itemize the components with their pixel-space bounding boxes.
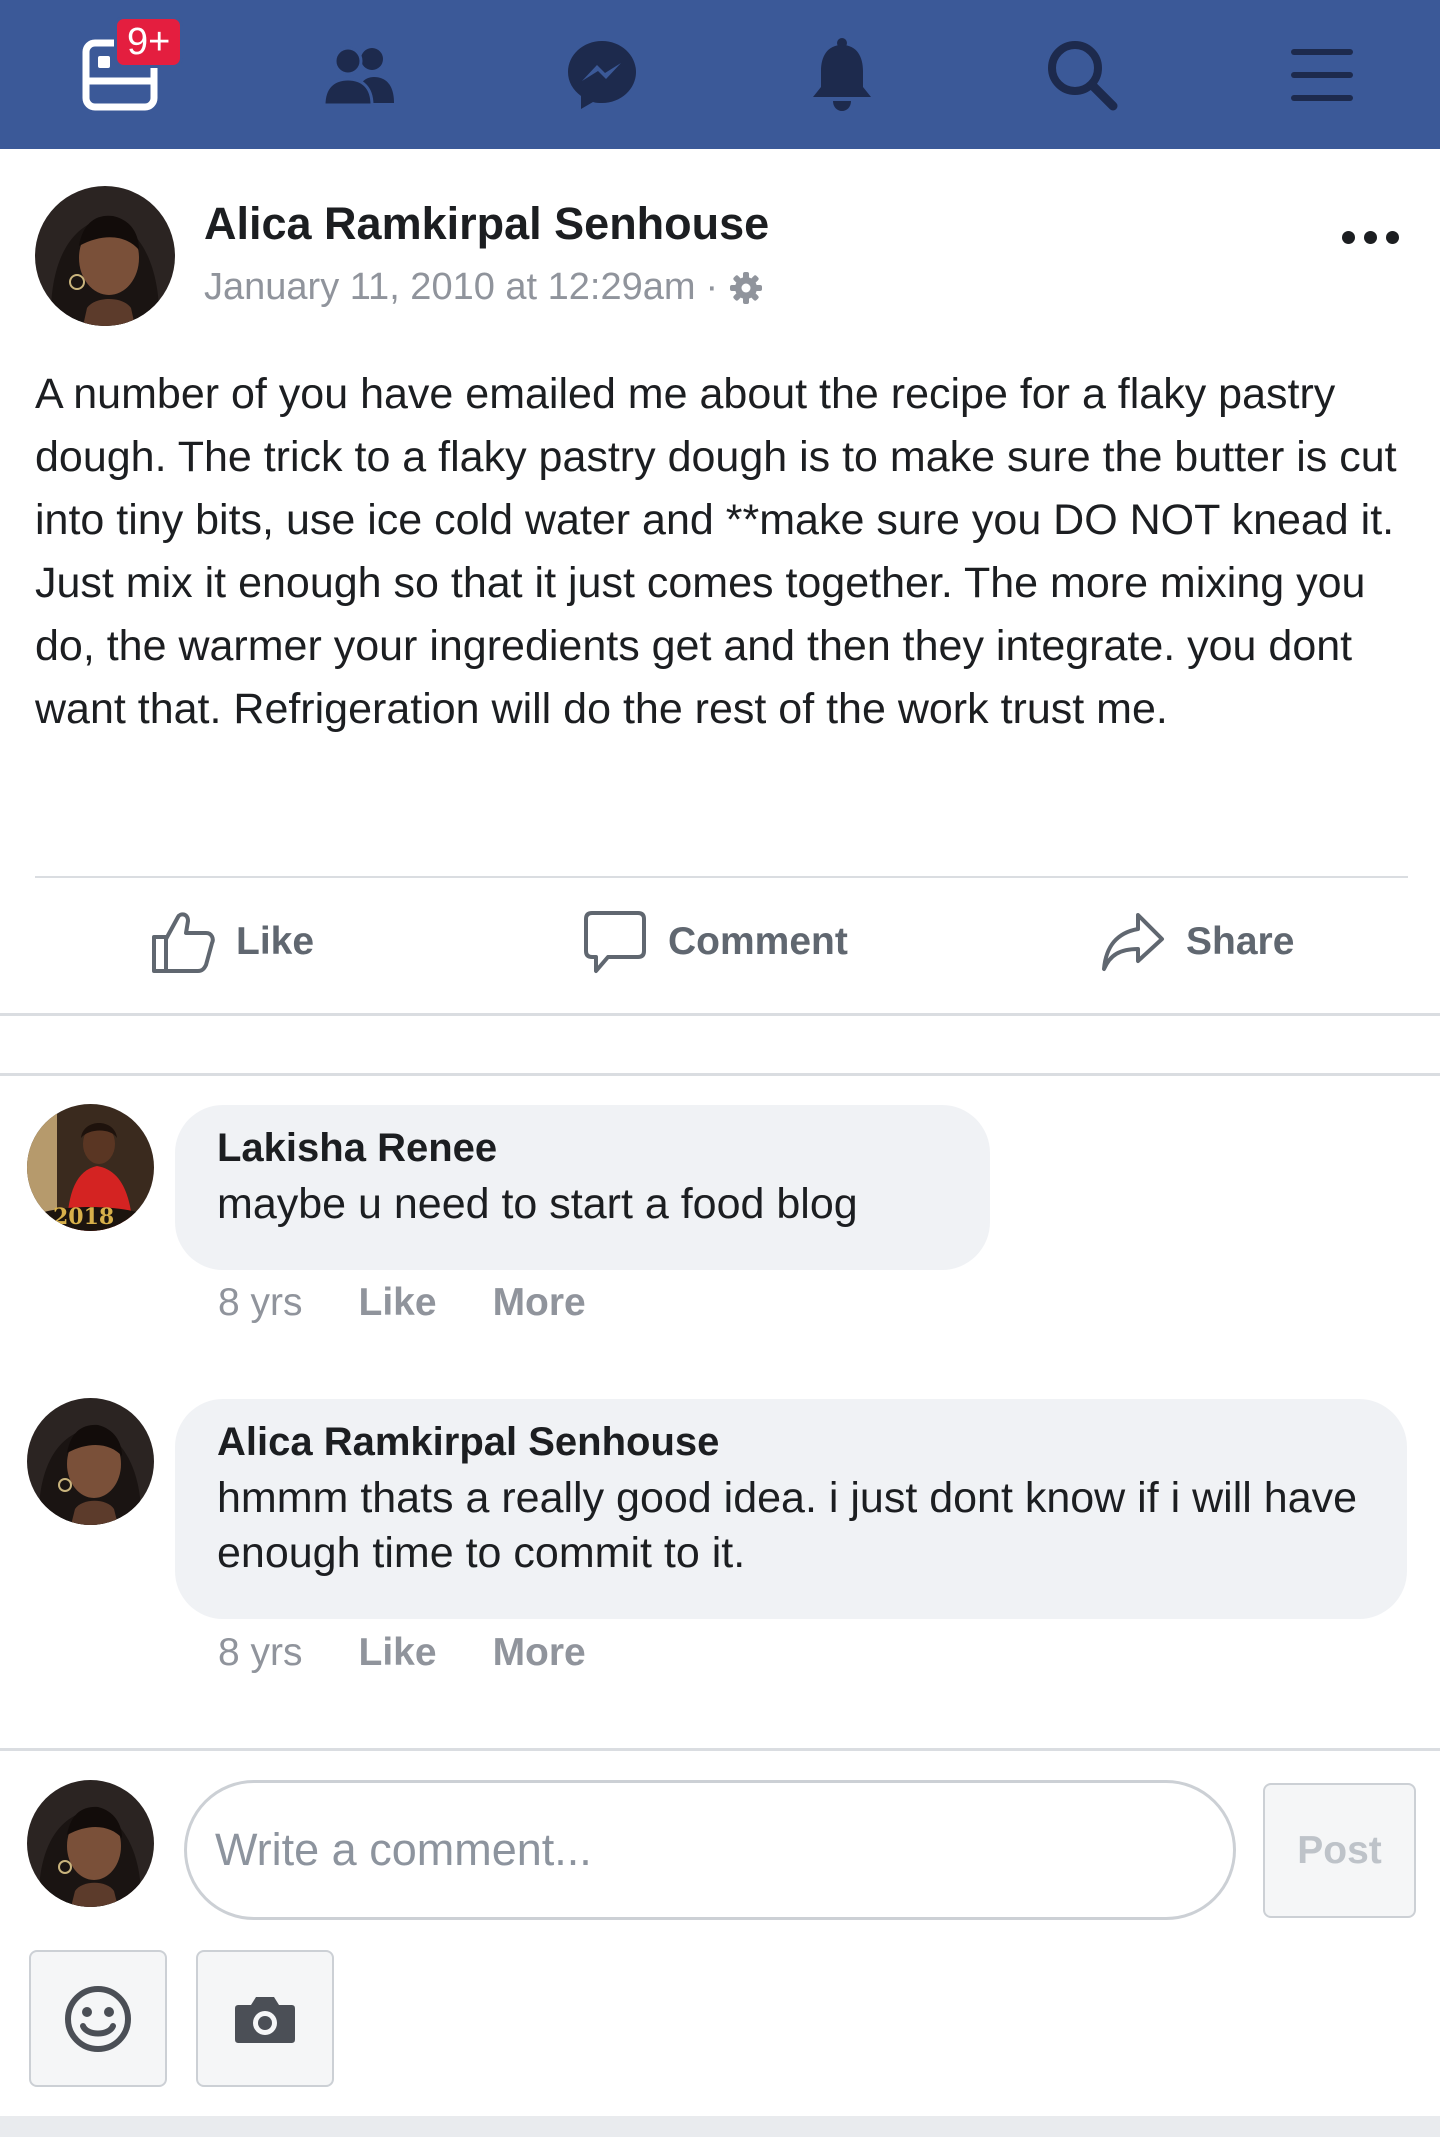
section-divider — [0, 1073, 1440, 1076]
notifications-icon — [813, 37, 871, 111]
search-icon — [1048, 40, 1118, 110]
like-icon — [152, 912, 215, 973]
notification-count-badge: 9+ — [114, 16, 184, 68]
share-button[interactable]: Share — [1100, 912, 1294, 972]
post-options-button[interactable] — [1330, 215, 1410, 259]
post-divider — [35, 876, 1408, 878]
svg-text:2018: 2018 — [53, 1204, 114, 1230]
top-navigation-bar: 9+ — [0, 0, 1440, 149]
comment-more-link[interactable]: More — [493, 1631, 586, 1675]
comment-more-link[interactable]: More — [493, 1281, 586, 1325]
dot — [1363, 230, 1377, 244]
comment-author-name[interactable]: Lakisha Renee — [217, 1123, 948, 1173]
smiley-icon — [65, 1985, 131, 2052]
post-body-text: A number of you have emailed me about th… — [35, 370, 1397, 733]
comment-button[interactable]: Comment — [582, 911, 848, 973]
dot — [1385, 230, 1399, 244]
commenter-avatar[interactable] — [27, 1398, 154, 1525]
like-label: Like — [236, 920, 315, 963]
post-comment-button[interactable]: Post — [1263, 1783, 1416, 1918]
menu-tab[interactable] — [1252, 0, 1392, 149]
photo-button[interactable] — [196, 1950, 334, 2087]
post-meta: January 11, 2010 at 12:29am · — [204, 266, 764, 309]
comment-icon — [584, 911, 646, 973]
menu-icon — [1291, 48, 1353, 101]
notifications-tab[interactable] — [772, 0, 912, 149]
like-button[interactable]: Like — [150, 912, 315, 973]
share-label: Share — [1186, 920, 1295, 963]
messenger-tab[interactable] — [532, 0, 672, 149]
post-timestamp[interactable]: January 11, 2010 at 12:29am — [204, 266, 696, 309]
comment-bubble: Lakisha Renee maybe u need to start a fo… — [175, 1105, 990, 1270]
dot — [1341, 230, 1355, 244]
friends-icon — [322, 46, 394, 106]
comment-like-link[interactable]: Like — [359, 1631, 437, 1675]
comment-text: maybe u need to start a food blog — [217, 1180, 858, 1228]
author-avatar[interactable] — [35, 186, 175, 326]
camera-icon — [235, 1996, 295, 2043]
section-divider — [0, 1013, 1440, 1016]
comment-time[interactable]: 8 yrs — [218, 1281, 303, 1325]
friends-tab[interactable] — [290, 0, 430, 149]
comment-input[interactable] — [184, 1780, 1236, 1920]
current-user-avatar — [27, 1780, 154, 1907]
messenger-icon — [568, 40, 636, 109]
post-author-name[interactable]: Alica Ramkirpal Senhouse — [204, 198, 769, 250]
section-divider — [0, 1748, 1440, 1751]
comment-actions: 8 yrs Like More — [218, 1631, 642, 1675]
search-tab[interactable] — [1012, 0, 1152, 149]
emoji-button[interactable] — [29, 1950, 167, 2087]
bottom-strip — [0, 2116, 1440, 2137]
comment-like-link[interactable]: Like — [359, 1281, 437, 1325]
gear-icon — [730, 271, 763, 304]
share-icon — [1102, 913, 1164, 971]
comment-actions: 8 yrs Like More — [218, 1281, 642, 1325]
commenter-avatar[interactable]: 2018 — [27, 1104, 154, 1231]
comment-bubble: Alica Ramkirpal Senhouse hmmm thats a re… — [175, 1399, 1407, 1619]
comment-text: hmmm thats a really good idea. i just do… — [217, 1474, 1358, 1577]
comment-author-name[interactable]: Alica Ramkirpal Senhouse — [217, 1417, 1365, 1467]
comment-label: Comment — [668, 920, 848, 963]
meta-separator: · — [705, 266, 719, 308]
comment-time[interactable]: 8 yrs — [218, 1631, 303, 1675]
